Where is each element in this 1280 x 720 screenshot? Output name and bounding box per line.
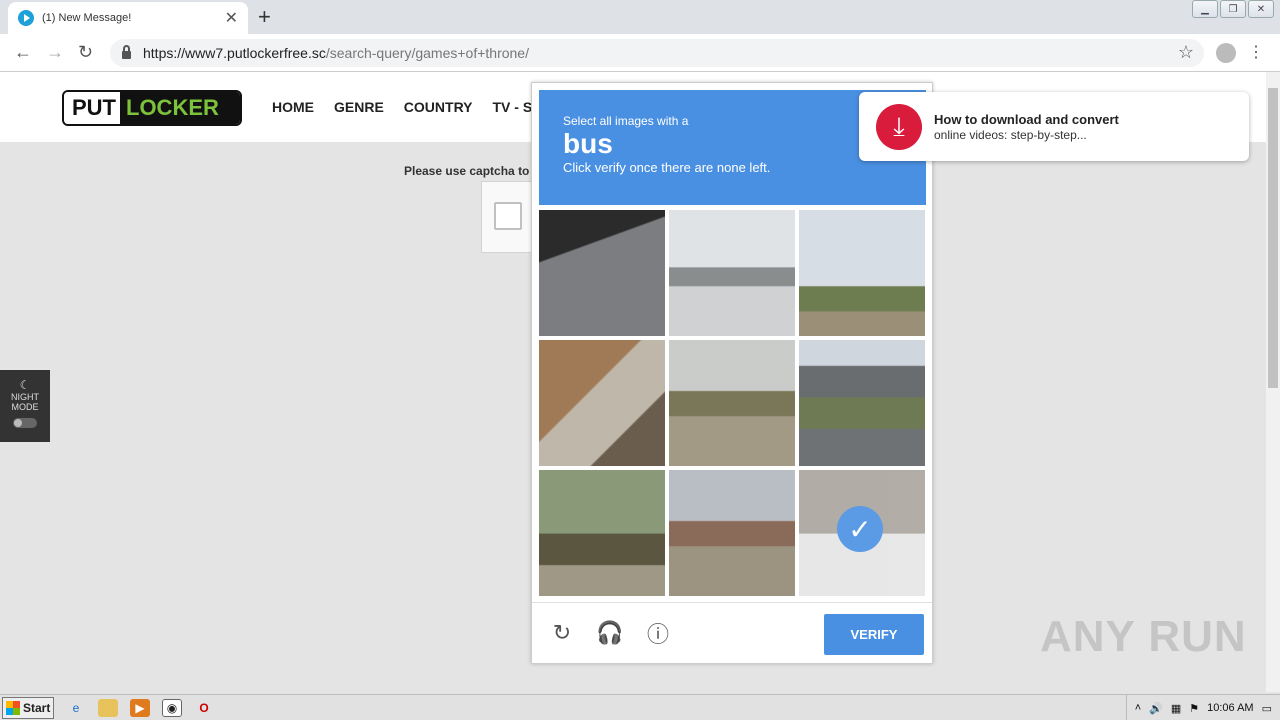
minimize-icon[interactable]: ▁ [1192, 0, 1218, 18]
forward-icon[interactable]: → [46, 42, 64, 63]
moon-icon: ☾ [19, 378, 31, 392]
address-bar[interactable]: https://www7.putlockerfree.sc/search-que… [110, 39, 1204, 67]
system-tray: ˄ 🔊 ▦ ⚑ 10:06 AM ▭ [1125, 695, 1280, 720]
profile-avatar-icon[interactable] [1216, 43, 1236, 63]
instruction-post: Click verify once there are none left. [563, 160, 771, 176]
tab-close-icon[interactable]: ✕ [225, 8, 238, 28]
window-controls: ▁ ❐ ✕ [1190, 0, 1274, 18]
media-player-icon[interactable]: ▶ [130, 698, 150, 717]
image-tile[interactable] [669, 470, 795, 596]
night-mode-toggle[interactable] [13, 418, 37, 428]
scrollbar-thumb[interactable] [1268, 88, 1278, 388]
image-tile[interactable] [539, 210, 665, 336]
ie-icon[interactable]: e [66, 699, 86, 717]
image-grid: ✓ [539, 210, 926, 596]
clock[interactable]: 10:06 AM [1207, 702, 1253, 714]
nav-genre[interactable]: GENRE [334, 99, 384, 115]
captcha-challenge: Select all images with a bus Click verif… [531, 82, 933, 664]
captcha-note: Please use captcha to [404, 164, 530, 178]
image-tile[interactable] [669, 340, 795, 466]
recaptcha-checkbox[interactable] [494, 202, 522, 230]
browser-tab[interactable]: (1) New Message! ✕ [8, 2, 248, 34]
show-desktop-icon[interactable]: ▭ [1262, 702, 1272, 715]
logo-locker: LOCKER [120, 92, 240, 124]
restore-icon[interactable]: ❐ [1220, 0, 1246, 18]
url-path: /search-query/games+of+throne/ [325, 45, 529, 61]
new-tab-icon[interactable]: + [258, 4, 271, 30]
checkmark-icon: ✓ [837, 506, 883, 552]
windows-logo-icon [6, 700, 20, 715]
back-icon[interactable]: ← [14, 42, 32, 63]
chrome-icon[interactable]: ◉ [162, 698, 182, 717]
bookmark-star-icon[interactable]: ☆ [1178, 42, 1194, 63]
reload-icon[interactable]: ↻ [78, 42, 93, 63]
nav-home[interactable]: HOME [272, 99, 314, 115]
image-tile[interactable] [799, 210, 925, 336]
push-notification[interactable]: ⤓ How to download and convert online vid… [859, 92, 1249, 161]
flag-icon[interactable]: ⚑ [1189, 702, 1199, 715]
mode-label: MODE [11, 402, 39, 412]
tab-title: (1) New Message! [42, 12, 132, 24]
info-icon[interactable]: ⓘ [646, 621, 670, 647]
verify-button[interactable]: VERIFY [824, 614, 924, 655]
start-button[interactable]: Start [2, 696, 54, 719]
browser-menu-icon[interactable]: ⋮ [1248, 42, 1264, 62]
image-tile-selected[interactable]: ✓ [799, 470, 925, 596]
close-window-icon[interactable]: ✕ [1248, 0, 1274, 18]
image-tile[interactable] [669, 210, 795, 336]
image-tile[interactable] [539, 340, 665, 466]
tab-favicon-icon [18, 10, 34, 26]
tray-expand-icon[interactable]: ˄ [1135, 702, 1141, 714]
logo-put: PUT [64, 92, 120, 124]
network-icon[interactable]: ▦ [1171, 702, 1181, 715]
night-mode-panel: ☾ NIGHT MODE [0, 370, 50, 442]
start-label: Start [23, 700, 51, 715]
image-tile[interactable] [799, 340, 925, 466]
target-word: bus [563, 128, 613, 159]
instruction-pre: Select all images with a [563, 114, 689, 128]
taskbar: Start e ▶ ◉ O ˄ 🔊 ▦ ⚑ 10:06 AM ▭ [0, 694, 1280, 720]
browser-tabbar: (1) New Message! ✕ + ▁ ❐ ✕ [0, 0, 1280, 34]
browser-toolbar: ← → ↻ https://www7.putlockerfree.sc/sear… [0, 34, 1280, 72]
challenge-footer: ↻ 🎧 ⓘ VERIFY [532, 602, 932, 664]
notification-body: online videos: step-by-step... [934, 128, 1087, 142]
site-logo[interactable]: PUT LOCKER [62, 90, 242, 126]
opera-icon[interactable]: O [194, 699, 214, 717]
url-host: https://www7.putlockerfree.sc [143, 45, 326, 61]
download-icon: ⤓ [876, 104, 922, 150]
explorer-folder-icon[interactable] [98, 698, 118, 717]
nav-country[interactable]: COUNTRY [404, 99, 473, 115]
main-nav: HOME GENRE COUNTRY TV - SER [272, 99, 552, 115]
night-label: NIGHT [11, 392, 39, 402]
volume-icon[interactable]: 🔊 [1149, 702, 1163, 715]
refresh-icon[interactable]: ↻ [550, 620, 574, 645]
audio-headphones-icon[interactable]: 🎧 [596, 620, 623, 645]
notification-title: How to download and convert [934, 112, 1119, 127]
image-tile[interactable] [539, 470, 665, 596]
page-scrollbar[interactable] [1266, 72, 1280, 692]
watermark-logo: ANY RUN [1040, 612, 1247, 661]
lock-icon [122, 45, 131, 59]
